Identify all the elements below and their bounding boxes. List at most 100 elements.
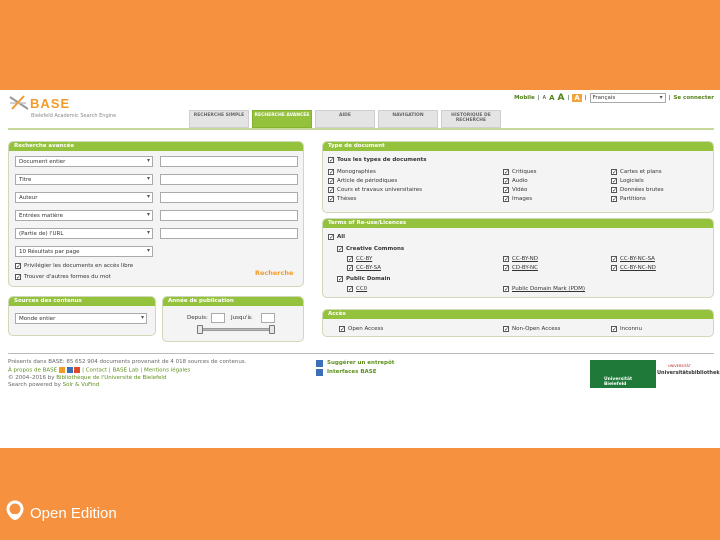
doctype-checkbox[interactable]: ✓ <box>328 178 334 185</box>
year-slider-track[interactable] <box>199 328 275 331</box>
field-select-4[interactable]: Entrées matière <box>15 210 153 221</box>
doctype-label: Thèses <box>337 196 357 202</box>
search-button[interactable]: Recherche <box>255 269 293 277</box>
footer-links[interactable]: | Contact | BASE Lab | Mentions légales <box>82 367 190 373</box>
licence-label[interactable]: CC-BY-ND <box>512 256 538 262</box>
doctype-checkbox[interactable]: ✓ <box>611 196 617 203</box>
licence-checkbox[interactable]: ✓ <box>503 286 509 293</box>
public-domain-checkbox[interactable]: ✓ <box>337 276 343 283</box>
about-base-link[interactable]: À propos de BASE <box>8 367 57 373</box>
year-slider-handle-start[interactable] <box>197 325 203 334</box>
doctype-checkbox[interactable]: ✓ <box>611 187 617 194</box>
tab-navigation[interactable]: NAVIGATION <box>378 110 438 128</box>
year-to-label: Jusqu'à: <box>231 315 253 321</box>
all-licences-label: All <box>337 234 346 240</box>
field-select-1[interactable]: Document entier <box>15 156 153 167</box>
open-access-checkbox[interactable]: ✓ <box>15 263 21 270</box>
access-checkbox[interactable]: ✓ <box>611 326 617 333</box>
tab-help[interactable]: AIDE <box>315 110 375 128</box>
doctype-checkbox[interactable]: ✓ <box>503 187 509 194</box>
year-to-input[interactable] <box>261 313 275 323</box>
licence-label[interactable]: CC-BY-SA <box>356 265 381 271</box>
licence-checkbox[interactable]: ✓ <box>503 256 509 263</box>
interfaces-link[interactable]: Interfaces BASE <box>327 369 376 375</box>
licence-checkbox[interactable]: ✓ <box>347 286 353 293</box>
creative-commons-checkbox[interactable]: ✓ <box>337 246 343 253</box>
tab-search-history[interactable]: HISTORIQUE DE RECHERCHE <box>441 110 501 128</box>
sources-title: Sources des contenus <box>9 297 155 306</box>
base-logo-icon <box>9 95 29 110</box>
login-link[interactable]: Se connecter <box>673 95 714 101</box>
document-type-title: Type de document <box>323 142 713 151</box>
blog-icon[interactable] <box>66 366 73 373</box>
language-select[interactable]: Français <box>589 93 666 103</box>
tab-advanced-search[interactable]: RECHERCHE AVANCÉE <box>252 110 312 128</box>
all-licences-checkbox[interactable]: ✓ <box>328 234 334 241</box>
word-forms-checkbox[interactable]: ✓ <box>15 274 21 281</box>
licence-checkbox[interactable]: ✓ <box>611 265 617 272</box>
field-select-2[interactable]: Titre <box>15 174 153 185</box>
sources-panel: Sources des contenus Monde entier <box>8 296 156 336</box>
licence-label[interactable]: CC-BY-NC-SA <box>620 256 655 262</box>
footer-copyright-row: © 2004–2016 by Bibliothèque de l'Univers… <box>8 375 246 383</box>
licence-checkbox[interactable]: ✓ <box>503 265 509 272</box>
footer-powered-row: Search powered by Solr & VuFind <box>8 382 246 390</box>
doctype-label: Article de périodiques <box>337 178 398 184</box>
licence-checkbox[interactable]: ✓ <box>611 256 617 263</box>
search-input-5[interactable] <box>160 228 298 239</box>
field-select-3[interactable]: Auteur <box>15 192 153 203</box>
publication-year-panel: Année de publication Depuis: Jusqu'à: <box>162 296 304 342</box>
doctype-checkbox[interactable]: ✓ <box>611 169 617 176</box>
access-checkbox[interactable]: ✓ <box>339 326 345 333</box>
year-slider-handle-end[interactable] <box>269 325 275 334</box>
search-input-1[interactable] <box>160 156 298 167</box>
licences-title: Terms of Re-use/Licences <box>323 219 713 228</box>
doctype-checkbox[interactable]: ✓ <box>503 178 509 185</box>
field-select-5[interactable]: (Partie de) l'URL <box>15 228 153 239</box>
publication-year-title: Année de publication <box>163 297 303 306</box>
suggest-repository-link[interactable]: Suggérer un entrepôt <box>327 360 394 366</box>
search-input-2[interactable] <box>160 174 298 185</box>
access-checkbox[interactable]: ✓ <box>503 326 509 333</box>
search-input-3[interactable] <box>160 192 298 203</box>
all-doctypes-label: Tous les types de documents <box>337 157 427 163</box>
doctype-checkbox[interactable]: ✓ <box>328 169 334 176</box>
doctype-checkbox[interactable]: ✓ <box>328 196 334 203</box>
doctype-label: Critiques <box>512 169 537 175</box>
results-per-page-select[interactable]: 10 Résultats par page <box>15 246 153 257</box>
licence-label[interactable]: CC-BY-NC-ND <box>620 265 656 271</box>
logo-text[interactable]: BASE <box>30 96 70 111</box>
doctype-label: Cartes et plans <box>620 169 662 175</box>
doctype-checkbox[interactable]: ✓ <box>328 187 334 194</box>
licence-label[interactable]: CD-BY-NC <box>512 265 538 271</box>
access-title: Accès <box>323 310 713 319</box>
licence-label[interactable]: CC-BY <box>356 256 372 262</box>
mobile-link[interactable]: Mobile <box>514 95 535 101</box>
solr-vufind-link[interactable]: Solr & VuFind <box>63 382 100 388</box>
suggest-icon[interactable] <box>316 360 323 367</box>
university-logo[interactable]: Universität Bielefeld <box>590 360 656 388</box>
doctype-label: Cours et travaux universitaires <box>337 187 422 193</box>
font-size-small[interactable]: A <box>543 95 546 101</box>
interfaces-icon[interactable] <box>316 369 323 376</box>
licence-checkbox[interactable]: ✓ <box>347 256 353 263</box>
doctype-checkbox[interactable]: ✓ <box>503 169 509 176</box>
all-doctypes-checkbox[interactable]: ✓ <box>328 157 334 164</box>
share-icon[interactable] <box>74 366 81 373</box>
font-size-medium[interactable]: A <box>549 94 554 102</box>
font-size-large[interactable]: A <box>557 93 564 103</box>
library-link[interactable]: Bibliothèque de l'Université de Bielefel… <box>56 375 166 381</box>
year-from-input[interactable] <box>211 313 225 323</box>
rss-icon[interactable] <box>58 366 65 373</box>
doctype-checkbox[interactable]: ✓ <box>503 196 509 203</box>
search-input-4[interactable] <box>160 210 298 221</box>
contrast-toggle[interactable]: A <box>572 94 582 102</box>
library-logo-text[interactable]: Universitätsbibliothek <box>657 370 720 376</box>
licence-label[interactable]: CC0 <box>356 286 367 292</box>
sources-select[interactable]: Monde entier <box>15 313 147 324</box>
licence-label[interactable]: Public Domain Mark (PDM) <box>512 286 585 292</box>
doctype-checkbox[interactable]: ✓ <box>611 178 617 185</box>
doctype-label: Données brutes <box>620 187 664 193</box>
licence-checkbox[interactable]: ✓ <box>347 265 353 272</box>
tab-simple-search[interactable]: RECHERCHE SIMPLE <box>189 110 249 128</box>
